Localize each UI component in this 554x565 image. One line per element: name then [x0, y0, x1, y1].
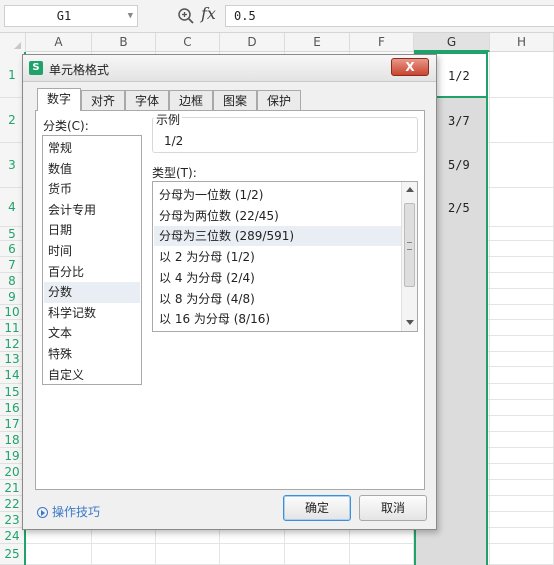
category-label: 分类(C):	[43, 119, 89, 133]
row-header-25[interactable]: 25	[0, 544, 24, 565]
type-item[interactable]: 分母为两位数 (22/45)	[154, 206, 401, 226]
grip-icon	[407, 242, 412, 250]
column-header-e[interactable]: E	[285, 33, 350, 52]
row-header-16[interactable]: 16	[0, 400, 24, 416]
type-item[interactable]: 分母为一位数 (1/2)	[154, 185, 401, 205]
cell-g2[interactable]: 3/7	[448, 114, 470, 128]
row-header-20[interactable]: 20	[0, 464, 24, 480]
ok-button[interactable]: 确定	[283, 495, 351, 521]
type-label: 类型(T):	[152, 166, 197, 180]
tips-link[interactable]: 操作技巧	[37, 503, 100, 520]
type-item[interactable]: 以 4 为分母 (2/4)	[154, 268, 401, 288]
row-header-9[interactable]: 9	[0, 289, 24, 305]
row-header-22[interactable]: 22	[0, 496, 24, 512]
row-header-11[interactable]: 11	[0, 320, 24, 336]
tips-label: 操作技巧	[52, 505, 101, 519]
row-header-13[interactable]: 13	[0, 352, 24, 367]
scroll-up-icon[interactable]	[406, 187, 414, 192]
name-box-value: G1	[56, 9, 72, 23]
tab-0[interactable]: 数字	[37, 88, 81, 111]
close-button[interactable]: X	[391, 58, 429, 76]
tab-2[interactable]: 字体	[125, 90, 169, 110]
type-item[interactable]: 以 16 为分母 (8/16)	[154, 309, 401, 329]
row-header-21[interactable]: 21	[0, 480, 24, 496]
type-item[interactable]: 以 8 为分母 (4/8)	[154, 289, 401, 309]
scroll-thumb[interactable]	[404, 203, 415, 287]
row-header-24[interactable]: 24	[0, 528, 24, 544]
sample-value: 1/2	[164, 134, 184, 148]
cell-g4[interactable]: 2/5	[448, 201, 470, 215]
category-item[interactable]: 百分比	[44, 262, 140, 283]
scroll-down-icon[interactable]	[406, 320, 414, 325]
row-header-12[interactable]: 12	[0, 336, 24, 352]
formula-bar: G1 ▼ fx 0.5	[0, 0, 554, 33]
category-item[interactable]: 自定义	[44, 365, 140, 386]
tab-4[interactable]: 图案	[213, 90, 257, 110]
column-header-c[interactable]: C	[156, 33, 220, 52]
row-header-17[interactable]: 17	[0, 416, 24, 432]
column-header-h[interactable]: H	[490, 33, 554, 52]
type-list-scrollbar[interactable]	[401, 182, 417, 331]
sample-label: 示例	[154, 111, 183, 128]
type-item[interactable]: 分母为三位数 (289/591)	[154, 226, 401, 247]
column-header-a[interactable]: A	[26, 33, 92, 52]
tab-3[interactable]: 边框	[169, 90, 213, 110]
row-header-15[interactable]: 15	[0, 384, 24, 400]
fx-icon[interactable]: fx	[201, 4, 216, 23]
category-list[interactable]: 常规 数值 货币 会计专用 日期 时间 百分比 分数 科学记数 文本 特殊 自定义	[42, 135, 142, 385]
category-item[interactable]: 科学记数	[44, 303, 140, 324]
row-header-18[interactable]: 18	[0, 432, 24, 448]
row-header-5[interactable]: 5	[0, 227, 24, 241]
row-header-3[interactable]: 3	[0, 143, 24, 188]
category-item[interactable]: 日期	[44, 220, 140, 241]
category-item[interactable]: 货币	[44, 179, 140, 200]
cell-g3[interactable]: 5/9	[448, 158, 470, 172]
tab-1[interactable]: 对齐	[81, 90, 125, 110]
category-item[interactable]: 数值	[44, 159, 140, 180]
category-item[interactable]: 时间	[44, 241, 140, 262]
category-item[interactable]: 常规	[44, 138, 140, 159]
category-item[interactable]: 会计专用	[44, 200, 140, 221]
sample-group	[152, 117, 418, 153]
column-header-f[interactable]: F	[350, 33, 414, 52]
row-header-19[interactable]: 19	[0, 448, 24, 464]
number-tab-panel: 分类(C): 常规 数值 货币 会计专用 日期 时间 百分比 分数 科学记数 文本 特殊 自定义 示例…	[35, 110, 425, 490]
category-item[interactable]: 特殊	[44, 344, 140, 365]
formula-input[interactable]: 0.5	[225, 5, 554, 27]
row-header-23[interactable]: 23	[0, 512, 24, 528]
dialog-titlebar[interactable]: S 单元格格式 X	[23, 55, 436, 82]
row-header-8[interactable]: 8	[0, 273, 24, 289]
column-header-bar: ABCDEFGH	[0, 33, 554, 52]
category-item[interactable]: 文本	[44, 323, 140, 344]
name-box[interactable]: G1 ▼	[4, 5, 138, 27]
row-header-2[interactable]: 2	[0, 98, 24, 143]
row-header-7[interactable]: 7	[0, 257, 24, 273]
row-header-10[interactable]: 10	[0, 305, 24, 320]
tab-5[interactable]: 保护	[257, 90, 301, 110]
category-item[interactable]: 分数	[44, 282, 140, 304]
cancel-button[interactable]: 取消	[359, 495, 427, 521]
row-header-1[interactable]: 1	[0, 52, 24, 98]
type-item[interactable]: 以 2 为分母 (1/2)	[154, 247, 401, 267]
chevron-down-icon[interactable]: ▼	[128, 6, 133, 26]
column-header-b[interactable]: B	[92, 33, 156, 52]
column-header-d[interactable]: D	[220, 33, 285, 52]
select-all-corner[interactable]	[0, 33, 26, 52]
type-list[interactable]: 以 16 为分母 (8/16) 以 8 为分母 (4/8) 以 4 为分母 (2/4…	[152, 181, 418, 332]
column-header-g[interactable]: G	[414, 33, 490, 52]
row-header-14[interactable]: 14	[0, 367, 24, 384]
row-header-6[interactable]: 6	[0, 241, 24, 257]
dialog-title: 单元格格式	[49, 63, 110, 77]
zoom-icon[interactable]	[177, 7, 195, 25]
play-circle-icon	[37, 507, 48, 518]
format-cells-dialog: S 单元格格式 X 数字 对齐 字体 边框 图案 保护 分类(C): 常规 数值 货币 会计专用…	[22, 54, 437, 530]
row-header-4[interactable]: 4	[0, 188, 24, 227]
cell-g1[interactable]: 1/2	[448, 69, 470, 83]
grid-column-line	[489, 52, 490, 565]
app-logo-icon: S	[29, 61, 43, 75]
